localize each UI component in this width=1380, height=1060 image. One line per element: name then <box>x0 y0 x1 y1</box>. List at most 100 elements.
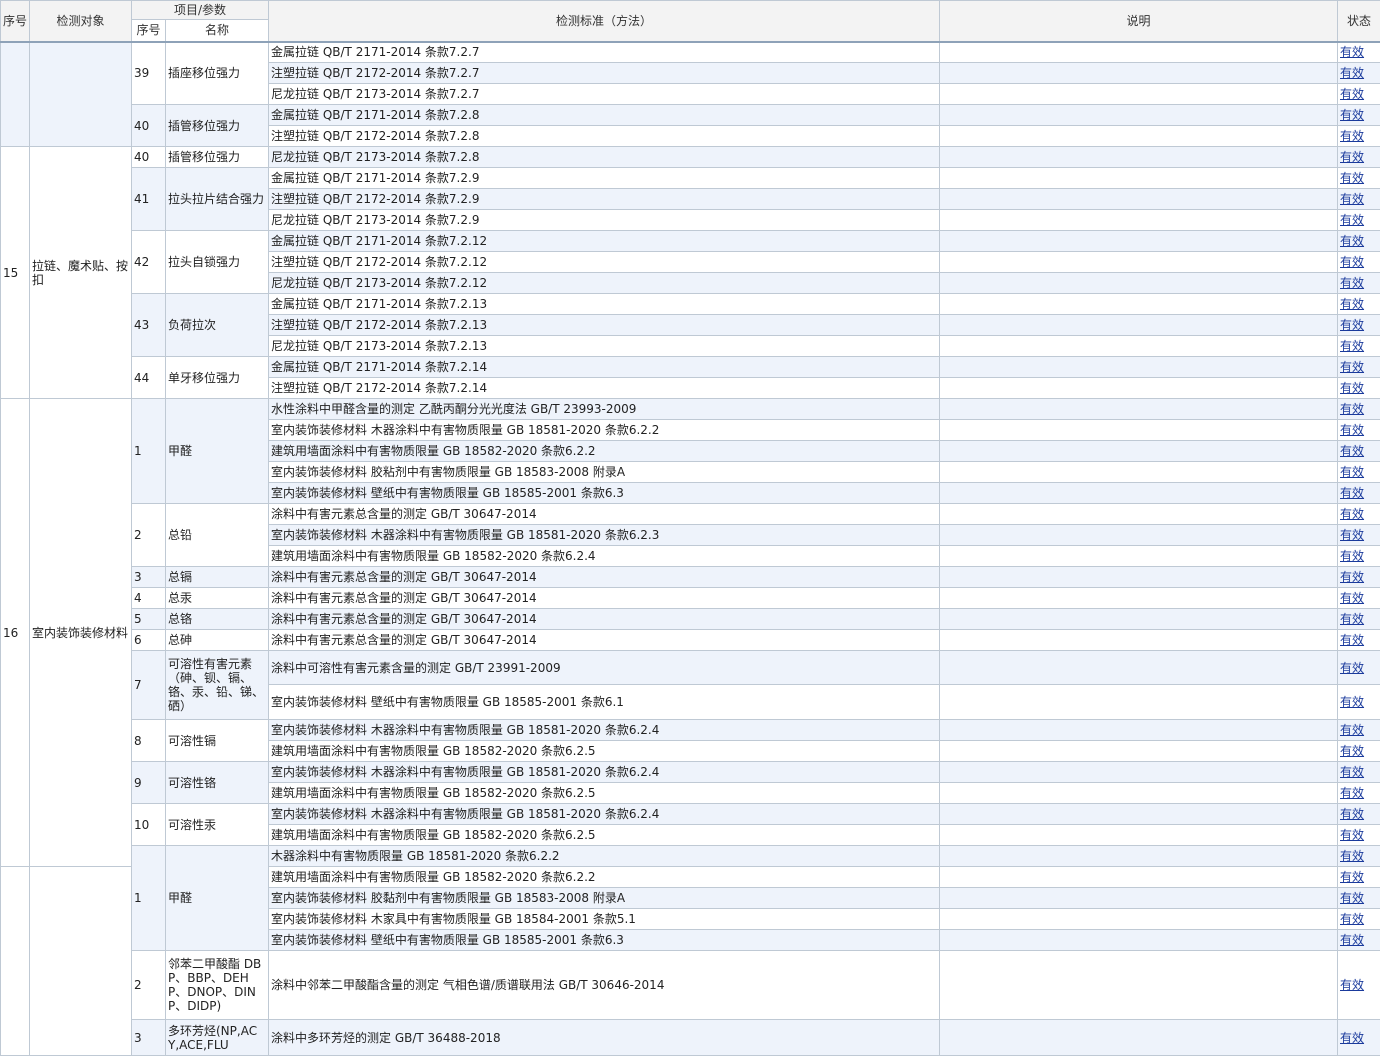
note-cell <box>939 377 1339 399</box>
note-cell <box>939 335 1339 357</box>
param-no-cell: 41 <box>131 167 166 231</box>
status-link[interactable]: 有效 <box>1340 723 1364 737</box>
status-cell: 有效 <box>1337 62 1380 84</box>
param-no-cell: 2 <box>131 503 166 567</box>
status-link[interactable]: 有效 <box>1340 765 1364 779</box>
status-link[interactable]: 有效 <box>1340 507 1364 521</box>
status-link[interactable]: 有效 <box>1340 171 1364 185</box>
param-no-cell: 7 <box>131 650 166 720</box>
results-table-container: 序号 检测对象 项目/参数 检测标准（方法） 说明 状态 序号 名称 39 插座移… <box>0 0 1380 1060</box>
note-cell <box>939 356 1339 378</box>
status-cell: 有效 <box>1337 83 1380 105</box>
status-link[interactable]: 有效 <box>1340 339 1364 353</box>
status-link[interactable]: 有效 <box>1340 807 1364 821</box>
status-link[interactable]: 有效 <box>1340 695 1364 709</box>
param-name-cell: 甲醛 <box>164 398 270 504</box>
standard-cell: 涂料中有害元素总含量的测定 GB/T 30647-2014 <box>268 629 941 651</box>
status-link[interactable]: 有效 <box>1340 318 1364 332</box>
standard-cell: 金属拉链 QB/T 2171-2014 条款7.2.8 <box>268 104 941 126</box>
status-link[interactable]: 有效 <box>1340 444 1364 458</box>
note-cell <box>939 62 1339 84</box>
status-link[interactable]: 有效 <box>1340 633 1364 647</box>
note-cell <box>939 314 1339 336</box>
status-link[interactable]: 有效 <box>1340 912 1364 926</box>
table-row: 1 甲醛 木器涂料中有害物质限量 GB 18581-2020 条款6.2.2 有效 <box>1 845 1380 951</box>
note-cell <box>939 482 1339 504</box>
status-cell: 有效 <box>1337 566 1380 588</box>
status-link[interactable]: 有效 <box>1340 87 1364 101</box>
status-link[interactable]: 有效 <box>1340 1031 1364 1045</box>
note-cell <box>939 209 1339 231</box>
status-link[interactable]: 有效 <box>1340 570 1364 584</box>
status-link[interactable]: 有效 <box>1340 849 1364 863</box>
results-table-body: 39 插座移位强力 金属拉链 QB/T 2171-2014 条款7.2.7 有效 注塑拉… <box>0 41 1380 1056</box>
note-cell <box>939 1019 1339 1056</box>
status-cell: 有效 <box>1337 1019 1380 1056</box>
standard-cell: 建筑用墙面涂料中有害物质限量 GB 18582-2020 条款6.2.2 <box>268 440 941 462</box>
status-cell: 有效 <box>1337 866 1380 888</box>
table-row: 41 拉头拉片结合强力 金属拉链 QB/T 2171-2014 条款7.2.9 有效 <box>1 167 1380 231</box>
status-link[interactable]: 有效 <box>1340 661 1364 675</box>
status-link[interactable]: 有效 <box>1340 828 1364 842</box>
status-cell: 有效 <box>1337 188 1380 210</box>
status-link[interactable]: 有效 <box>1340 612 1364 626</box>
status-link[interactable]: 有效 <box>1340 786 1364 800</box>
status-cell: 有效 <box>1337 314 1380 336</box>
status-link[interactable]: 有效 <box>1340 129 1364 143</box>
standard-cell: 尼龙拉链 QB/T 2173-2014 条款7.2.12 <box>268 272 941 294</box>
status-link[interactable]: 有效 <box>1340 870 1364 884</box>
table-row: 2 总铅 涂料中有害元素总含量的测定 GB/T 30647-2014 有效 <box>1 503 1380 567</box>
status-link[interactable]: 有效 <box>1340 486 1364 500</box>
status-cell: 有效 <box>1337 482 1380 504</box>
status-cell: 有效 <box>1337 419 1380 441</box>
status-link[interactable]: 有效 <box>1340 192 1364 206</box>
status-link[interactable]: 有效 <box>1340 591 1364 605</box>
status-cell: 有效 <box>1337 740 1380 762</box>
status-link[interactable]: 有效 <box>1340 360 1364 374</box>
standard-cell: 室内装饰装修材料 木家具中有害物质限量 GB 18584-2001 条款5.1 <box>268 908 941 930</box>
standard-cell: 涂料中有害元素总含量的测定 GB/T 30647-2014 <box>268 587 941 609</box>
status-link[interactable]: 有效 <box>1340 297 1364 311</box>
status-link[interactable]: 有效 <box>1340 744 1364 758</box>
group-index-cell <box>0 41 30 147</box>
status-cell: 有效 <box>1337 230 1380 252</box>
status-link[interactable]: 有效 <box>1340 549 1364 563</box>
status-cell: 有效 <box>1337 209 1380 231</box>
table-row: 2 邻苯二甲酸酯 DBP、BBP、DEHP、DNOP、DINP、DIDP) 涂料中邻… <box>1 950 1380 1020</box>
status-link[interactable]: 有效 <box>1340 465 1364 479</box>
status-link[interactable]: 有效 <box>1340 66 1364 80</box>
param-no-cell: 10 <box>131 803 166 846</box>
param-no-cell: 1 <box>131 398 166 504</box>
status-link[interactable]: 有效 <box>1340 891 1364 905</box>
status-link[interactable]: 有效 <box>1340 45 1364 59</box>
status-cell: 有效 <box>1337 524 1380 546</box>
status-link[interactable]: 有效 <box>1340 150 1364 164</box>
status-cell: 有效 <box>1337 650 1380 685</box>
status-cell: 有效 <box>1337 587 1380 609</box>
status-link[interactable]: 有效 <box>1340 381 1364 395</box>
header-note: 说明 <box>939 0 1339 43</box>
note-cell <box>939 272 1339 294</box>
note-cell <box>939 887 1339 909</box>
standard-cell: 涂料中多环芳烃的测定 GB/T 36488-2018 <box>268 1019 941 1056</box>
status-cell: 有效 <box>1337 608 1380 630</box>
status-link[interactable]: 有效 <box>1340 234 1364 248</box>
status-link[interactable]: 有效 <box>1340 423 1364 437</box>
table-row: 7 可溶性有害元素（砷、钡、镉、铬、汞、铅、锑、硒） 涂料中可溶性有害元素含量的测定… <box>1 650 1380 720</box>
table-row: 6 总砷 涂料中有害元素总含量的测定 GB/T 30647-2014 有效 <box>1 629 1380 651</box>
status-link[interactable]: 有效 <box>1340 528 1364 542</box>
status-link[interactable]: 有效 <box>1340 213 1364 227</box>
status-cell: 有效 <box>1337 503 1380 525</box>
status-link[interactable]: 有效 <box>1340 933 1364 947</box>
status-link[interactable]: 有效 <box>1340 108 1364 122</box>
group-object-cell <box>29 41 132 147</box>
status-link[interactable]: 有效 <box>1340 255 1364 269</box>
standard-cell: 注塑拉链 QB/T 2172-2014 条款7.2.9 <box>268 188 941 210</box>
param-name-cell: 邻苯二甲酸酯 DBP、BBP、DEHP、DNOP、DINP、DIDP) <box>164 950 270 1020</box>
note-cell <box>939 398 1339 420</box>
status-link[interactable]: 有效 <box>1340 276 1364 290</box>
status-cell: 有效 <box>1337 950 1380 1020</box>
status-link[interactable]: 有效 <box>1340 402 1364 416</box>
param-no-cell: 43 <box>131 293 166 357</box>
status-link[interactable]: 有效 <box>1340 978 1364 992</box>
